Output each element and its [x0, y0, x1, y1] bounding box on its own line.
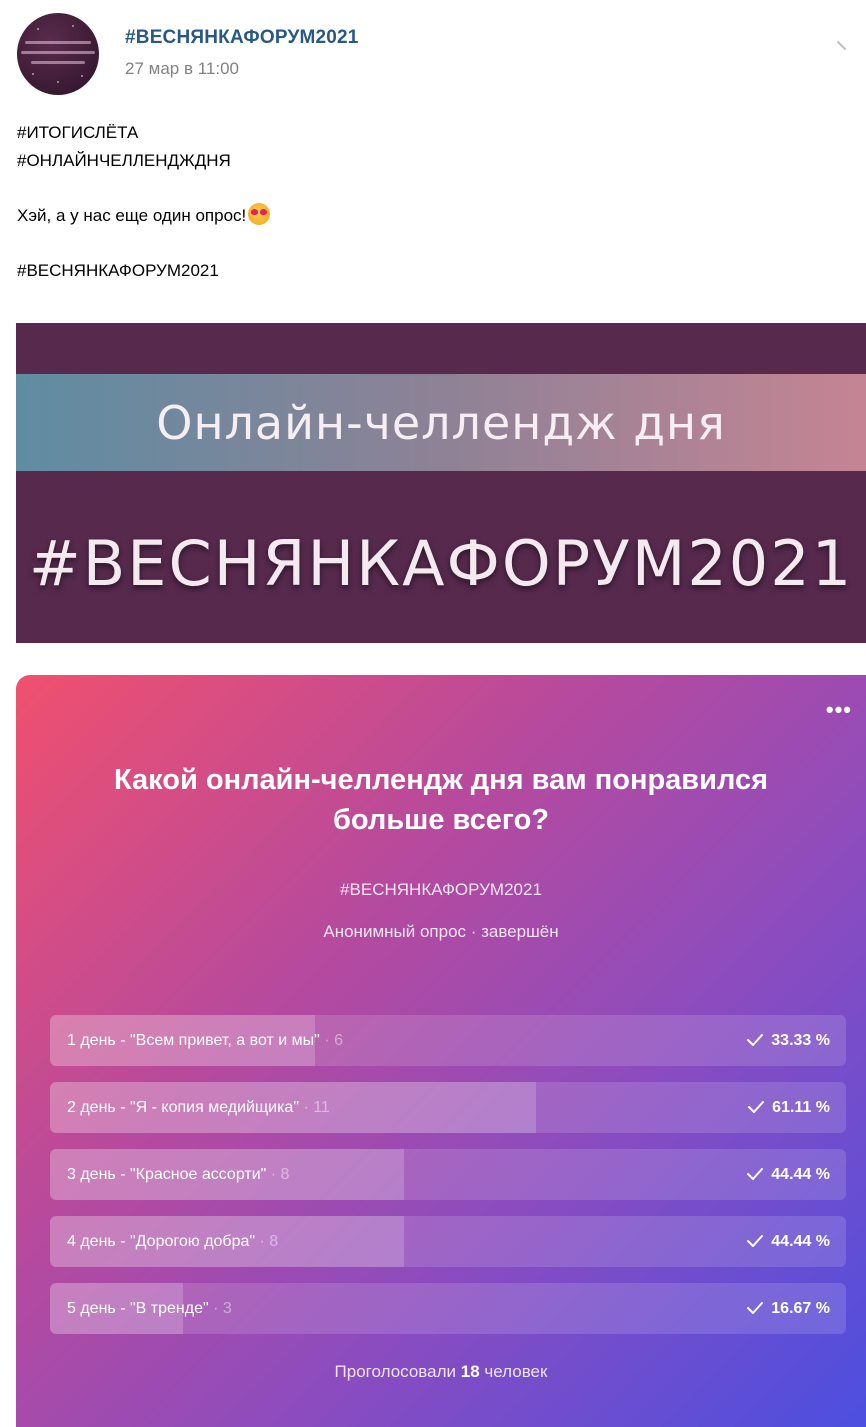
poll-option-label: 4 день - "Дорогою добра" · 8	[67, 1216, 278, 1267]
poll-footer-prefix: Проголосовали	[334, 1362, 457, 1381]
post-image[interactable]: Онлайн-челлендж дня #ВЕСНЯНКАФОРУМ2021	[16, 323, 866, 643]
poll-card: ••• Какой онлайн-челлендж дня вам понрав…	[16, 675, 866, 1427]
avatar-text-line	[31, 61, 85, 64]
poll-footer: Проголосовали 18 человек	[16, 1362, 866, 1382]
poll-meta: Анонимный опрос · завершён	[323, 922, 559, 941]
post-hashtag-link[interactable]: #ИТОГИСЛЁТА	[17, 119, 847, 147]
post-date[interactable]: 27 мар в 11:00	[125, 59, 239, 79]
poll-option-label: 1 день - "Всем привет, а вот и мы" · 6	[67, 1015, 343, 1066]
poll-option-count: 8	[269, 1233, 279, 1250]
poll-option-count: 3	[222, 1300, 232, 1317]
poll-footer-suffix: человек	[484, 1362, 548, 1381]
banner-title: Онлайн-челлендж дня	[156, 395, 726, 450]
poll-option-label: 5 день - "В тренде" · 3	[67, 1283, 232, 1334]
check-icon	[748, 1101, 765, 1113]
check-icon	[747, 1168, 764, 1180]
avatar-star	[81, 75, 83, 77]
author-name[interactable]: #ВЕСНЯНКАФОРУМ2021	[125, 27, 359, 49]
poll-option-result: 16.67 %	[747, 1283, 830, 1334]
poll-option-separator: ·	[319, 1032, 335, 1049]
poll-option-result: 44.44 %	[747, 1216, 830, 1267]
post-greeting-text: Хэй, а у нас еще один опрос!	[17, 206, 247, 225]
avatar-star	[32, 73, 34, 75]
avatar-star	[72, 25, 74, 27]
poll-option-count: 6	[334, 1032, 343, 1049]
post-text: #ИТОГИСЛЁТА #ОНЛАЙНЧЕЛЛЕНДЖДНЯ Хэй, а у …	[17, 119, 847, 285]
check-icon	[747, 1034, 764, 1046]
poll-option-text: 3 день - "Красное ассорти"	[67, 1166, 267, 1183]
poll-options: 1 день - "Всем привет, а вот и мы" · 6 3…	[50, 1015, 846, 1350]
avatar-star	[57, 81, 59, 83]
poll-option[interactable]: 4 день - "Дорогою добра" · 8 44.44 %	[50, 1216, 846, 1267]
poll-option-text: 4 день - "Дорогою добра"	[67, 1233, 256, 1250]
post-hashtag-link[interactable]: #ОНЛАЙНЧЕЛЛЕНДЖДНЯ	[17, 147, 847, 175]
poll-option-percent: 44.44 %	[771, 1233, 830, 1250]
poll-option[interactable]: 1 день - "Всем привет, а вот и мы" · 6 3…	[50, 1015, 846, 1066]
poll-option-percent: 61.11 %	[772, 1099, 830, 1116]
poll-option-text: 5 день - "В тренде"	[67, 1300, 209, 1317]
avatar[interactable]	[17, 13, 99, 95]
post-hashtag-link[interactable]: #ВЕСНЯНКАФОРУМ2021	[17, 257, 847, 285]
post-header: #ВЕСНЯНКАФОРУМ2021 27 мар в 11:00	[17, 13, 857, 95]
heart-eyes-emoji-icon	[248, 203, 271, 225]
post-greeting: Хэй, а у нас еще один опрос!	[17, 202, 847, 230]
poll-option[interactable]: 2 день - "Я - копия медийщика" · 11 61.1…	[50, 1082, 846, 1133]
poll-option-percent: 16.67 %	[771, 1300, 830, 1317]
poll-option[interactable]: 5 день - "В тренде" · 3 16.67 %	[50, 1283, 846, 1334]
poll-option-percent: 44.44 %	[771, 1166, 830, 1183]
poll-option-result: 44.44 %	[747, 1149, 830, 1200]
poll-option-label: 3 день - "Красное ассорти" · 8	[67, 1149, 289, 1200]
poll-option-label: 2 день - "Я - копия медийщика" · 11	[67, 1082, 330, 1133]
poll-option-separator: ·	[299, 1099, 314, 1116]
poll-voter-count[interactable]: 18	[461, 1362, 480, 1381]
poll-option-separator: ·	[255, 1233, 270, 1250]
poll-option-text: 1 день - "Всем привет, а вот и мы"	[67, 1032, 320, 1049]
more-icon[interactable]: •••	[826, 699, 852, 721]
poll-question: Какой онлайн-челлендж дня вам понравился…	[113, 764, 769, 836]
poll-option[interactable]: 3 день - "Красное ассорти" · 8 44.44 %	[50, 1149, 846, 1200]
avatar-text-line	[25, 41, 91, 44]
poll-option-text: 2 день - "Я - копия медийщика"	[67, 1099, 299, 1116]
poll-option-result: 61.11 %	[748, 1082, 830, 1133]
poll-option-separator: ·	[208, 1300, 223, 1317]
avatar-star	[37, 28, 39, 30]
avatar-text-line	[21, 51, 95, 54]
poll-option-separator: ·	[266, 1166, 281, 1183]
check-icon	[747, 1235, 764, 1247]
banner-tag: #ВЕСНЯНКАФОРУМ2021	[28, 526, 854, 600]
poll-option-count: 8	[280, 1166, 290, 1183]
poll-option-percent: 33.33 %	[771, 1032, 830, 1049]
poll-option-count: 11	[313, 1099, 330, 1116]
poll-hashtag[interactable]: #ВЕСНЯНКАФОРУМ2021	[16, 880, 866, 900]
chevron-down-icon[interactable]	[833, 33, 857, 57]
poll-option-result: 33.33 %	[747, 1015, 830, 1066]
check-icon	[747, 1302, 764, 1314]
